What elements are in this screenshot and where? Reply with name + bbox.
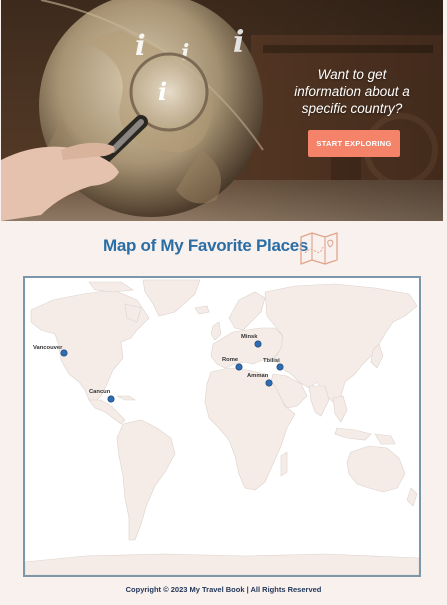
land-australia bbox=[346, 445, 406, 493]
land-new-zealand bbox=[406, 487, 418, 507]
land-caribbean bbox=[116, 395, 136, 401]
favorite-places-map[interactable]: Vancouver Cancun Minsk Rome Tbilisi Amma… bbox=[23, 276, 421, 577]
land-scandinavia bbox=[228, 291, 266, 331]
land-arctic-islands bbox=[88, 281, 134, 293]
section-title: Map of My Favorite Places bbox=[103, 236, 309, 255]
hero-question-line-2: information about a bbox=[294, 84, 410, 99]
marker-dot[interactable] bbox=[265, 379, 273, 387]
hero-question-line-1: Want to get bbox=[317, 67, 387, 82]
land-uk bbox=[210, 321, 222, 341]
land-se-asia bbox=[332, 395, 348, 423]
marker-dot[interactable] bbox=[235, 363, 243, 371]
folded-map-icon bbox=[300, 232, 338, 265]
place-marker-vancouver[interactable]: Vancouver bbox=[33, 345, 68, 357]
land-new-guinea bbox=[374, 433, 396, 445]
land-madagascar bbox=[280, 451, 288, 477]
land-indonesia bbox=[334, 427, 372, 441]
land-south-america bbox=[116, 419, 176, 541]
world-map[interactable]: Vancouver Cancun Minsk Rome Tbilisi Amma… bbox=[25, 278, 419, 575]
land-greenland bbox=[142, 279, 201, 317]
map-heading: Map of My Favorite Places bbox=[0, 231, 447, 265]
place-label-vancouver: Vancouver bbox=[33, 345, 63, 351]
footer-copyright: Copyright © 2023 My Travel Book | All Ri… bbox=[125, 585, 322, 594]
place-label-minsk: Minsk bbox=[241, 334, 258, 340]
page: i i i i Want to get information about a … bbox=[0, 0, 447, 605]
hero-question-line-3: specific country? bbox=[301, 101, 403, 116]
place-label-rome: Rome bbox=[222, 357, 239, 363]
place-label-amman: Amman bbox=[247, 373, 269, 379]
hero-banner: i i i i Want to get information about a … bbox=[1, 0, 443, 221]
land-central-america bbox=[88, 399, 126, 425]
place-label-cancun: Cancun bbox=[89, 389, 111, 395]
marker-dot[interactable] bbox=[254, 340, 262, 348]
land-india bbox=[308, 385, 330, 417]
start-exploring-button[interactable]: START EXPLORING bbox=[308, 130, 400, 157]
marker-dot[interactable] bbox=[276, 363, 284, 371]
land-iceland bbox=[194, 305, 210, 315]
marker-dot[interactable] bbox=[107, 395, 115, 403]
place-label-tbilisi: Tbilisi bbox=[263, 358, 280, 364]
hero-question: Want to get information about a specific… bbox=[289, 66, 415, 117]
land-antarctica bbox=[25, 553, 419, 575]
